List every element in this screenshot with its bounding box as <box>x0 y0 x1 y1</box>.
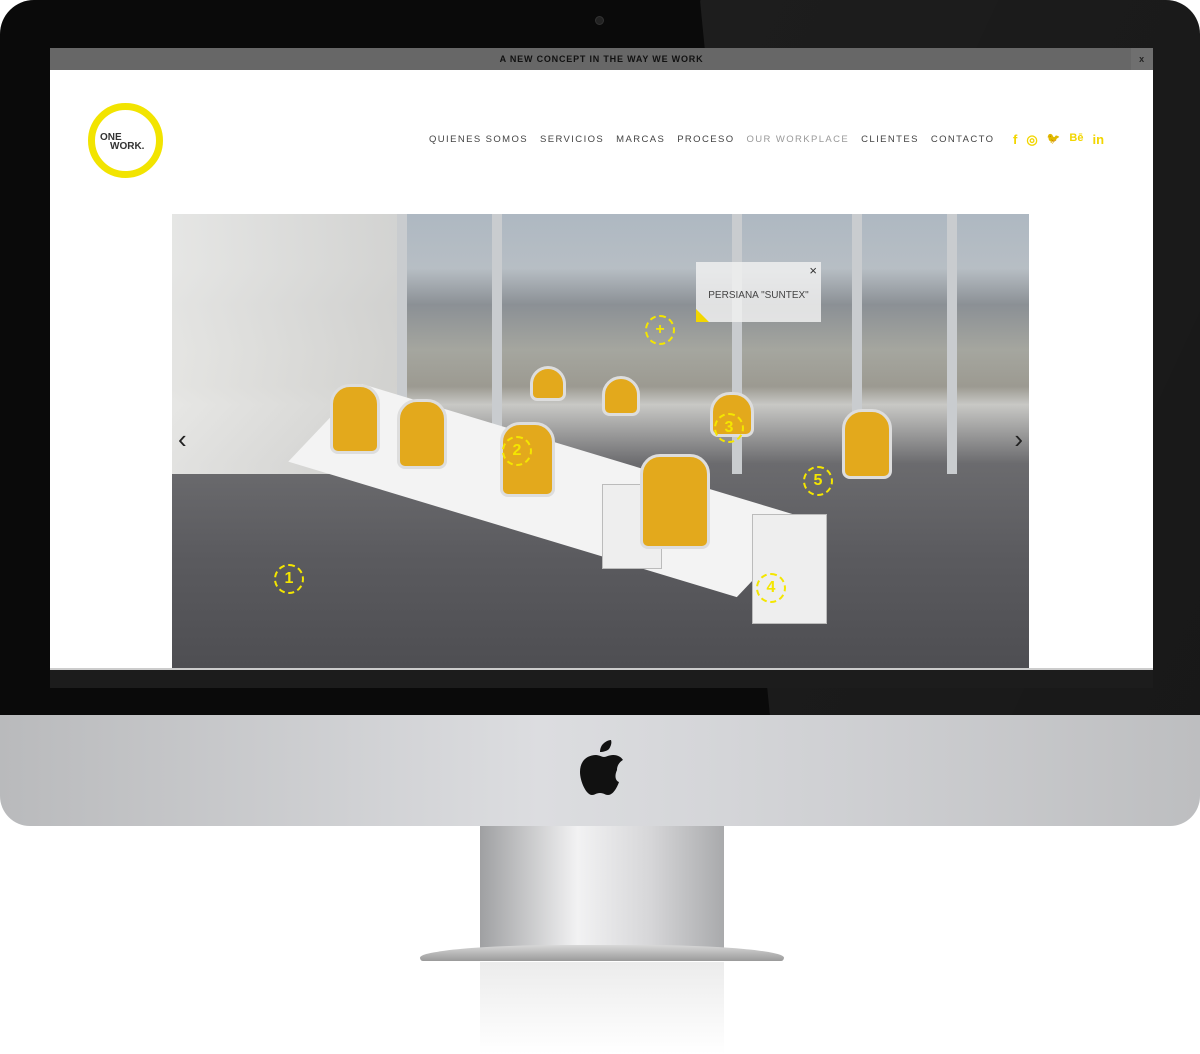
stand-reflection <box>480 962 724 1054</box>
logo[interactable]: ONE WORK. <box>88 103 163 178</box>
hotspot-5[interactable]: 5 <box>803 466 833 496</box>
nav-servicios[interactable]: SERVICIOS <box>540 134 604 145</box>
hotspot-plus[interactable]: + <box>645 315 675 345</box>
announcement-bar: A NEW CONCEPT IN THE WAY WE WORK x <box>50 48 1153 70</box>
chair <box>330 384 380 454</box>
monitor-stand <box>480 826 724 952</box>
hotspot-2[interactable]: 2 <box>502 436 532 466</box>
nav-quienes-somos[interactable]: QUIENES SOMOS <box>429 134 528 145</box>
tooltip-close-icon[interactable]: × <box>809 263 817 278</box>
hotspot-1[interactable]: 1 <box>274 564 304 594</box>
announcement-text: A NEW CONCEPT IN THE WAY WE WORK <box>499 54 704 64</box>
twitter-icon[interactable]: 🐦 <box>1047 132 1061 148</box>
next-arrow[interactable]: › <box>1014 424 1023 455</box>
screen: A NEW CONCEPT IN THE WAY WE WORK x ONE W… <box>50 48 1153 688</box>
hotspot-tooltip: × PERSIANA "SUNTEX" <box>696 262 821 322</box>
hotspot-3[interactable]: 3 <box>714 413 744 443</box>
apple-logo-icon <box>580 740 623 795</box>
chair <box>640 454 710 549</box>
screen-bottom-strip <box>50 668 1153 688</box>
chair <box>602 376 640 416</box>
tooltip-text: PERSIANA "SUNTEX" <box>708 290 809 301</box>
main-nav: QUIENES SOMOS SERVICIOS MARCAS PROCESO O… <box>429 134 994 145</box>
nav-our-workplace[interactable]: OUR WORKPLACE <box>747 134 850 145</box>
nav-proceso[interactable]: PROCESO <box>677 134 734 145</box>
workplace-image: + 1 2 3 4 5 ‹ › × PERSIANA "SUNTEX" <box>172 214 1029 668</box>
prev-arrow[interactable]: ‹ <box>178 424 187 455</box>
pedestal <box>752 514 827 624</box>
instagram-icon[interactable]: ◎ <box>1026 132 1037 148</box>
linkedin-icon[interactable]: in <box>1092 132 1104 148</box>
window-mullion <box>947 214 957 474</box>
facebook-icon[interactable]: f <box>1013 132 1017 148</box>
announcement-close-button[interactable]: x <box>1131 48 1153 70</box>
chair <box>397 399 447 469</box>
nav-contacto[interactable]: CONTACTO <box>931 134 995 145</box>
chair <box>842 409 892 479</box>
logo-text-work: WORK. <box>110 141 145 152</box>
nav-clientes[interactable]: CLIENTES <box>861 134 919 145</box>
camera <box>595 16 604 25</box>
tooltip-corner <box>696 309 709 322</box>
hotspot-4[interactable]: 4 <box>756 573 786 603</box>
nav-marcas[interactable]: MARCAS <box>616 134 665 145</box>
monitor-base <box>420 945 784 961</box>
chair <box>530 366 566 401</box>
behance-icon[interactable]: Bē <box>1069 132 1083 148</box>
social-links: f ◎ 🐦 Bē in <box>1013 132 1104 148</box>
